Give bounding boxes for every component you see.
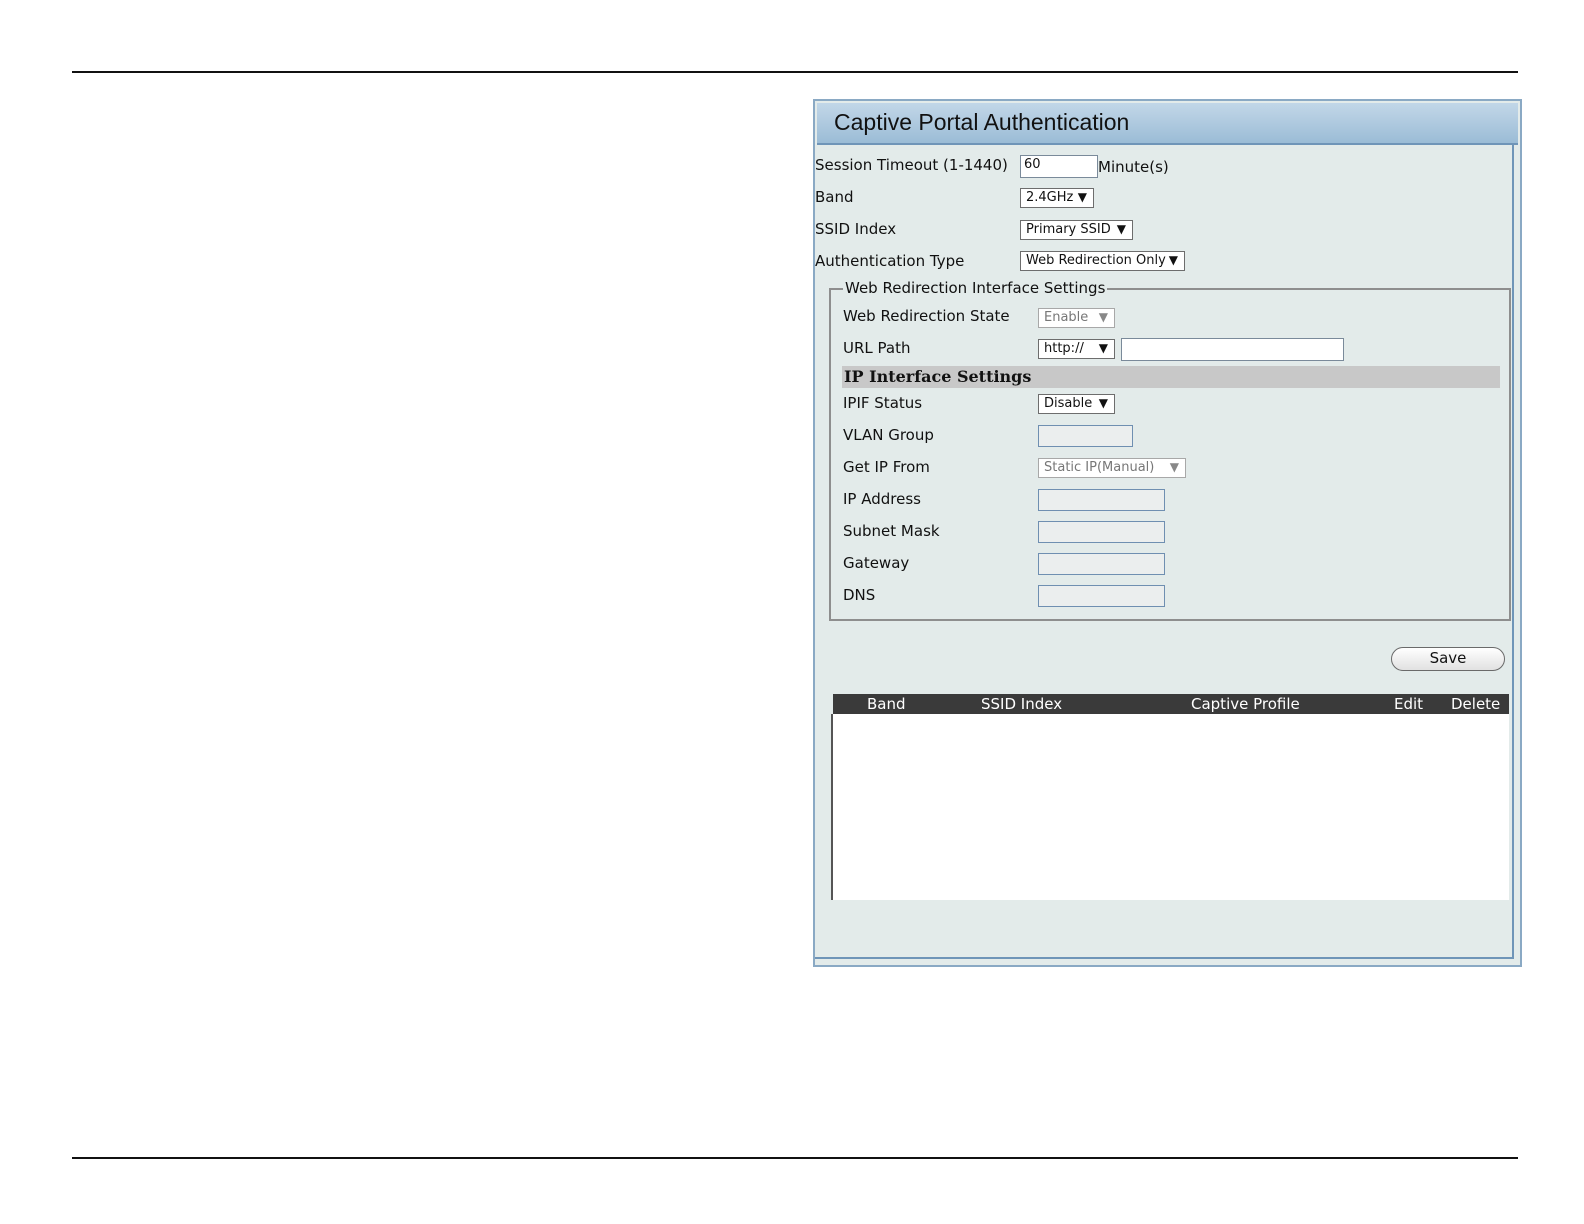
ipif-status-select[interactable]: Disable ▼ bbox=[1038, 394, 1115, 414]
panel-header: Captive Portal Authentication bbox=[817, 103, 1518, 145]
band-label: Band bbox=[815, 188, 854, 206]
web-redirection-state-value: Enable bbox=[1044, 310, 1089, 325]
session-timeout-unit: Minute(s) bbox=[1098, 158, 1169, 176]
dns-label: DNS bbox=[843, 586, 876, 604]
get-ip-from-select: Static IP(Manual) ▼ bbox=[1038, 458, 1186, 478]
get-ip-from-value: Static IP(Manual) bbox=[1044, 460, 1155, 475]
table-header: Band SSID Index Captive Profile Edit Del… bbox=[833, 694, 1509, 714]
chevron-down-icon: ▼ bbox=[1168, 253, 1178, 267]
captive-portal-panel: Captive Portal Authentication Session Ti… bbox=[813, 99, 1522, 967]
panel-title: Captive Portal Authentication bbox=[834, 109, 1130, 135]
url-scheme-select[interactable]: http:// ▼ bbox=[1038, 339, 1115, 359]
url-path-label: URL Path bbox=[843, 339, 911, 357]
gateway-label: Gateway bbox=[843, 554, 910, 572]
ipif-status-label: IPIF Status bbox=[843, 394, 923, 412]
chevron-down-icon: ▼ bbox=[1098, 341, 1108, 355]
vlan-group-input bbox=[1038, 425, 1133, 447]
dns-input bbox=[1038, 585, 1165, 607]
chevron-down-icon: ▼ bbox=[1169, 460, 1179, 474]
ip-interface-section-header: IP Interface Settings bbox=[842, 366, 1500, 388]
vlan-group-label: VLAN Group bbox=[843, 426, 934, 444]
url-scheme-value: http:// bbox=[1044, 341, 1084, 356]
panel-inner-border-bottom bbox=[815, 957, 1514, 959]
ssid-index-select[interactable]: Primary SSID ▼ bbox=[1020, 220, 1133, 240]
column-header-ssid-index: SSID Index bbox=[981, 695, 1063, 713]
session-timeout-input[interactable]: 60 bbox=[1020, 155, 1098, 178]
chevron-down-icon: ▼ bbox=[1116, 222, 1126, 236]
auth-type-select-value: Web Redirection Only bbox=[1026, 253, 1166, 268]
ip-address-label: IP Address bbox=[843, 490, 921, 508]
chevron-down-icon: ▼ bbox=[1098, 396, 1108, 410]
web-redirection-fieldset: Web Redirection Interface Settings Web R… bbox=[829, 279, 1511, 621]
ssid-index-select-value: Primary SSID bbox=[1026, 222, 1111, 237]
band-select[interactable]: 2.4GHz ▼ bbox=[1020, 188, 1094, 208]
top-rule bbox=[72, 71, 1518, 73]
subnet-mask-label: Subnet Mask bbox=[843, 522, 940, 540]
ip-address-input bbox=[1038, 489, 1165, 511]
column-header-delete: Delete bbox=[1451, 695, 1501, 713]
gateway-input bbox=[1038, 553, 1165, 575]
web-redirection-state-select: Enable ▼ bbox=[1038, 308, 1115, 328]
ipif-status-value: Disable bbox=[1044, 396, 1093, 411]
chevron-down-icon: ▼ bbox=[1077, 190, 1087, 204]
auth-type-select[interactable]: Web Redirection Only ▼ bbox=[1020, 251, 1185, 271]
column-header-edit: Edit bbox=[1394, 695, 1424, 713]
subnet-mask-input bbox=[1038, 521, 1165, 543]
band-select-value: 2.4GHz bbox=[1026, 190, 1074, 205]
ip-interface-section-title: IP Interface Settings bbox=[844, 367, 1032, 386]
get-ip-from-label: Get IP From bbox=[843, 458, 930, 476]
ssid-index-label: SSID Index bbox=[815, 220, 897, 238]
bottom-rule bbox=[72, 1157, 1518, 1159]
save-button[interactable]: Save bbox=[1391, 647, 1505, 671]
web-redirection-legend: Web Redirection Interface Settings bbox=[843, 279, 1108, 297]
panel-inner-border-right bbox=[1512, 145, 1514, 959]
column-header-captive-profile: Captive Profile bbox=[1191, 695, 1300, 713]
column-header-band: Band bbox=[867, 695, 906, 713]
chevron-down-icon: ▼ bbox=[1098, 310, 1108, 324]
session-timeout-label: Session Timeout (1-1440) bbox=[815, 156, 1008, 174]
auth-type-label: Authentication Type bbox=[815, 252, 965, 270]
web-redirection-state-label: Web Redirection State bbox=[843, 307, 1010, 325]
url-path-input[interactable] bbox=[1121, 338, 1344, 361]
table-body bbox=[831, 714, 1509, 900]
